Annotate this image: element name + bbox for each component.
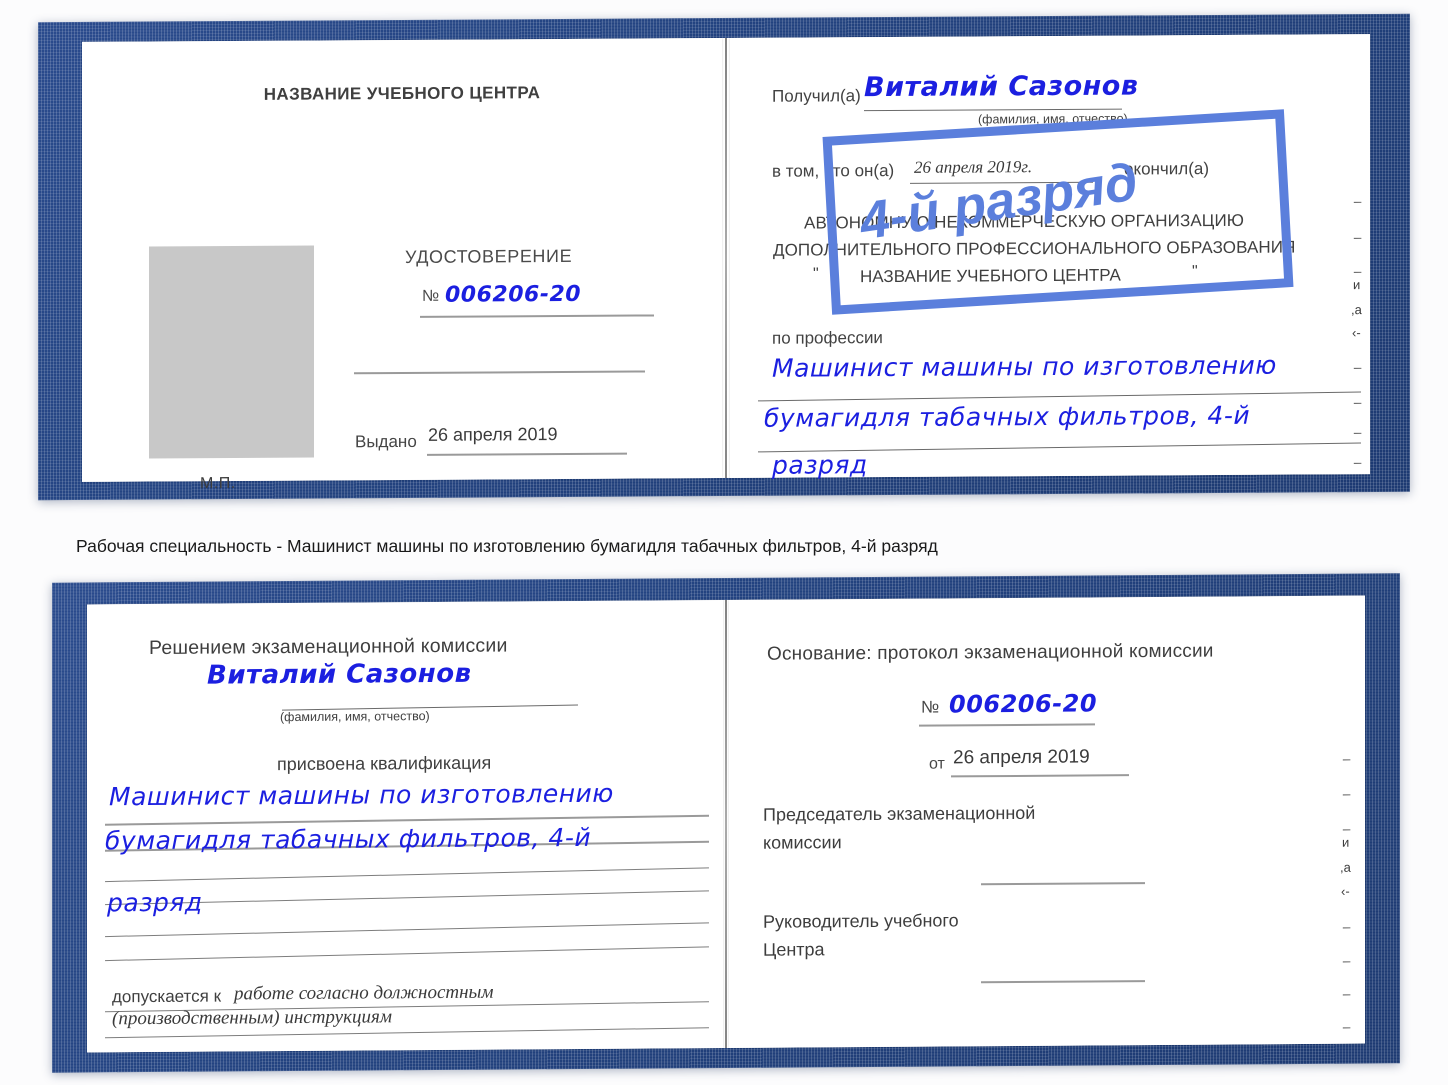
issued-value: 26 апреля 2019 (428, 424, 558, 445)
certificate-title: УДОСТОВЕРЕНИЕ (405, 245, 573, 267)
book-pages-bottom: Решением экзаменационной комиссии Витали… (87, 595, 1365, 1053)
protocol-from-label: от (929, 755, 945, 773)
head-line-1: Руководитель учебного (763, 910, 959, 932)
issued-label: Выдано (355, 431, 417, 452)
page-spine-bottom (725, 599, 727, 1049)
edge-mark-7: _ (1354, 389, 1362, 405)
commission-decision-heading: Решением экзаменационной комиссии (149, 634, 508, 660)
basis-label: Основание: протокол экзаменационной коми… (767, 640, 1214, 665)
book-pages-top: НАЗВАНИЕ УЧЕБНОГО ЦЕНТРА УДОСТОВЕРЕНИЕ №… (82, 34, 1370, 492)
training-center-title-top-left: НАЗВАНИЕ УЧЕБНОГО ЦЕНТРА (263, 83, 541, 104)
photo-placeholder (149, 245, 314, 459)
edge-mark-b3: и (1342, 834, 1350, 850)
certificate-book-bottom: Решением экзаменационной комиссии Витали… (52, 573, 1400, 1073)
edge-mark-0: _ (1354, 188, 1362, 204)
edge-mark-8: _ (1354, 419, 1362, 435)
edge-mark-b6: _ (1343, 913, 1351, 929)
chairman-line-1: Председатель экзаменационной (763, 802, 1036, 825)
seal-label: М.П. (200, 474, 236, 493)
edge-mark-b2: _ (1343, 815, 1351, 831)
page-spine-top (725, 37, 727, 479)
assigned-qualification-label: присвоена квалификация (277, 752, 492, 775)
qualification-line-3: разряд (107, 887, 203, 918)
certificate-book-top: НАЗВАНИЕ УЧЕБНОГО ЦЕНТРА УДОСТОВЕРЕНИЕ №… (38, 13, 1410, 501)
edge-mark-b5: ‹- (1341, 883, 1350, 899)
edge-mark-2: _ (1354, 258, 1362, 274)
screenshot-canvas: НАЗВАНИЕ УЧЕБНОГО ЦЕНТРА УДОСТОВЕРЕНИЕ №… (0, 0, 1448, 1085)
profession-line-3: разряд (772, 450, 868, 480)
qualification-line-1: Машинист машины по изготовлению (109, 778, 614, 812)
edge-mark-4: ,а (1351, 302, 1362, 318)
fio-hint-bottom: (фамилия, имя, отчество) (280, 709, 430, 725)
profession-line-2: бумагидля табачных фильтров, 4-й (764, 400, 1251, 433)
edge-mark-9: _ (1354, 449, 1362, 465)
profession-label: по профессии (772, 328, 883, 348)
edge-mark-b0: _ (1343, 745, 1351, 761)
edge-mark-6: _ (1354, 354, 1362, 370)
edge-mark-3: и (1353, 277, 1361, 293)
edge-mark-b9: _ (1343, 1013, 1351, 1029)
chairman-line-2: комиссии (763, 832, 842, 853)
profession-line-1: Машинист машины по изготовлению (772, 350, 1277, 383)
edge-mark-5: ‹- (1352, 325, 1361, 341)
edge-mark-b8: _ (1343, 980, 1351, 996)
received-value: Виталий Сазонов (864, 70, 1139, 104)
commission-name-value: Виталий Сазонов (207, 658, 472, 691)
protocol-from-value: 26 апреля 2019 (953, 746, 1090, 769)
edge-mark-1: _ (1354, 224, 1362, 240)
certificate-number-value: 006206-20 (445, 281, 582, 308)
caption-text: Рабочая специальность - Машинист машины … (76, 536, 938, 556)
protocol-number-prefix: № (921, 697, 940, 717)
received-label: Получил(а) (772, 86, 861, 106)
certificate-number-prefix: № (422, 287, 440, 305)
organization-quote-open: " (813, 265, 819, 283)
edge-mark-b1: _ (1343, 780, 1351, 796)
admitted-value-line-2: (производственным) инструкциям (112, 1006, 392, 1030)
admitted-label: допускается к (112, 986, 222, 1007)
admitted-value-line-1: работе согласно должностным (234, 981, 494, 1005)
qualification-line-2: бумагидля табачных фильтров, 4-й (105, 822, 592, 856)
protocol-number-value: 006206-20 (949, 689, 1098, 719)
edge-mark-b7: _ (1343, 947, 1351, 963)
head-line-2: Центра (763, 939, 825, 960)
edge-mark-b4: ,а (1340, 859, 1351, 875)
